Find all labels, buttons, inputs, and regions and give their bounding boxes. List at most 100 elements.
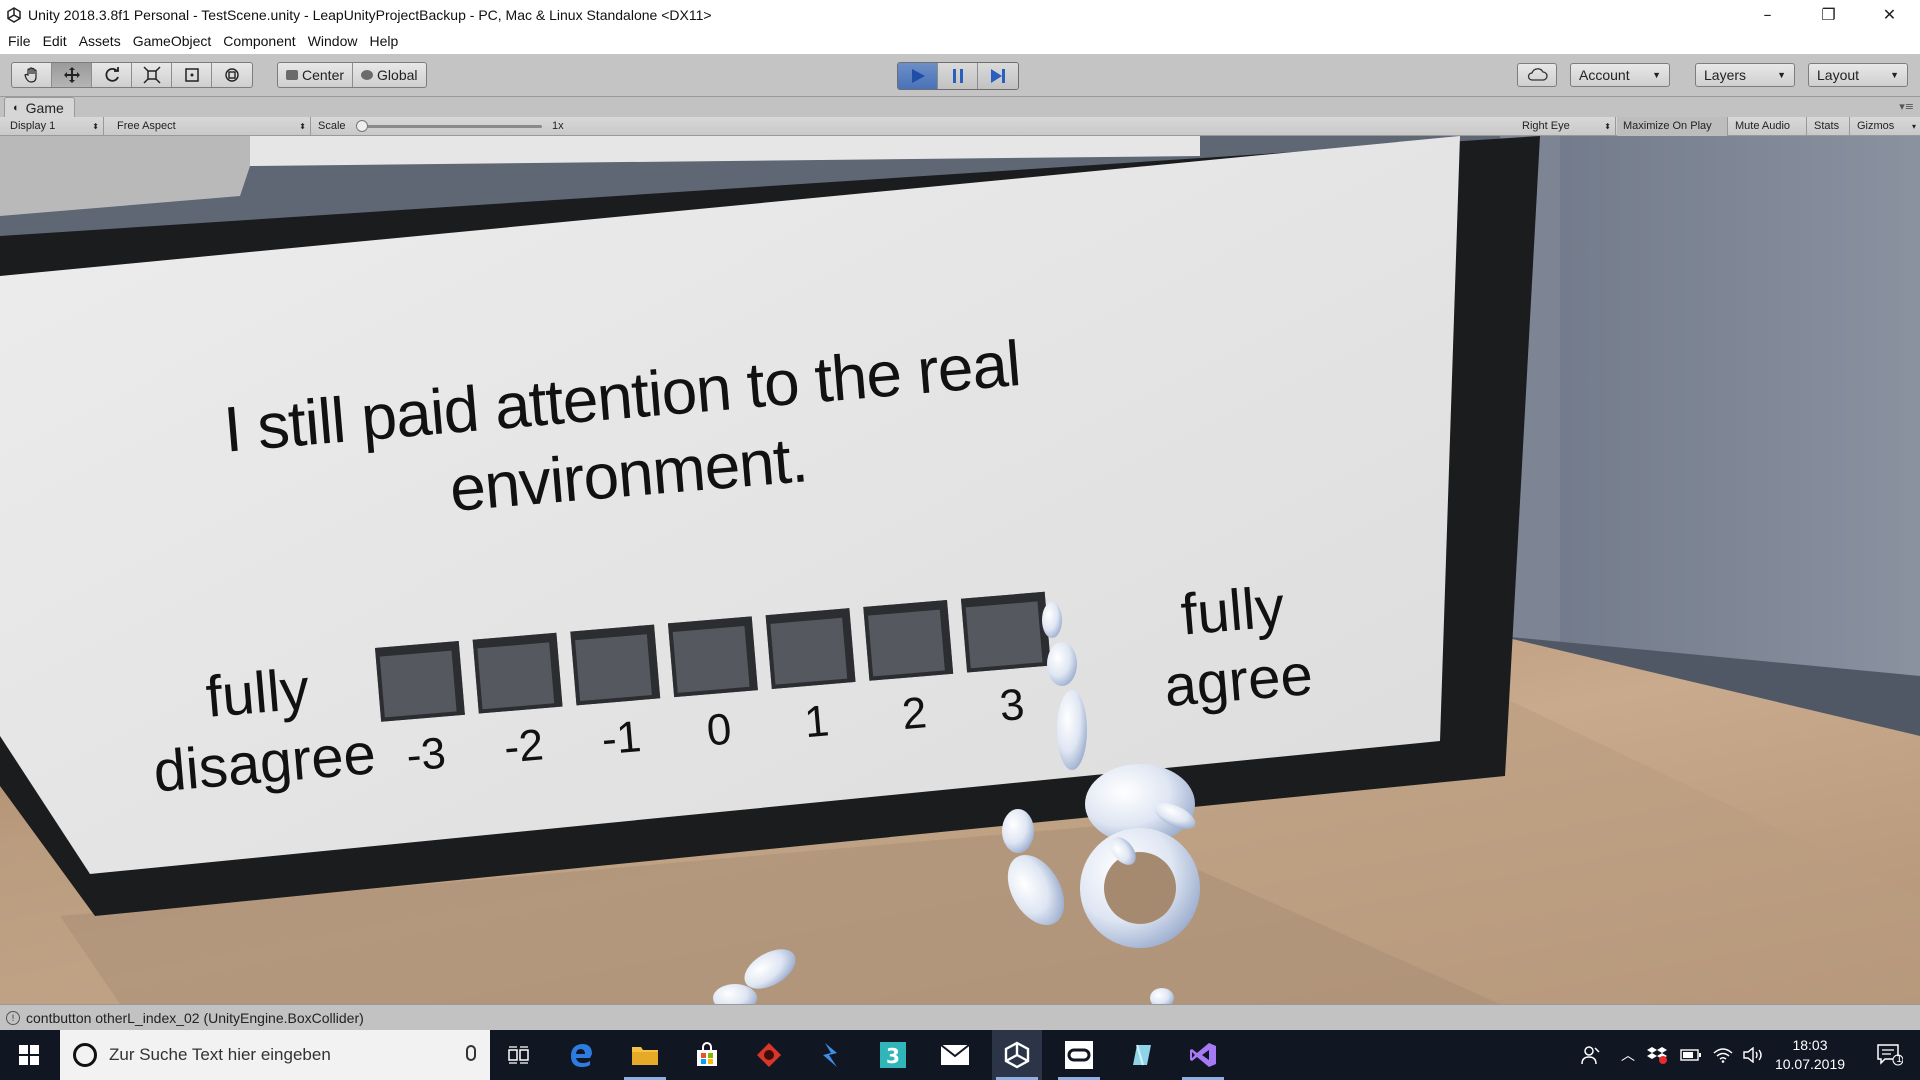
likert-button[interactable] <box>960 591 1051 673</box>
taskbar-app-store[interactable] <box>682 1030 732 1080</box>
taskbar-app-3[interactable]: 3 <box>868 1030 918 1080</box>
taskbar-app-edge[interactable] <box>556 1030 606 1080</box>
close-button[interactable]: ✕ <box>1859 0 1920 29</box>
game-viewport[interactable]: I still paid attention to the real envir… <box>0 136 1920 1004</box>
taskbar-app-file-explorer[interactable] <box>620 1030 670 1080</box>
play-icon <box>911 69 925 83</box>
display-label: Display 1 <box>10 120 56 132</box>
pause-button[interactable] <box>938 63 978 89</box>
gizmos-label: Gizmos <box>1857 120 1895 132</box>
aspect-dropdown[interactable]: Free Aspect ⬍ <box>111 117 311 136</box>
display-dropdown[interactable]: Display 1 ⬍ <box>4 117 104 136</box>
game-icon: ◐ <box>13 101 20 114</box>
menu-gameobject[interactable]: GameObject <box>127 29 218 54</box>
menu-edit[interactable]: Edit <box>37 29 73 54</box>
maximize-on-play-toggle[interactable]: Maximize On Play <box>1617 117 1728 136</box>
taskbar-app-glass[interactable] <box>1116 1030 1166 1080</box>
maximize-button[interactable]: ❐ <box>1798 0 1859 29</box>
rotate-tool-button[interactable] <box>92 63 132 87</box>
oculus-icon <box>1065 1041 1093 1069</box>
layout-dropdown[interactable]: Layout ▼ <box>1808 63 1908 87</box>
likert-label: 1 <box>802 696 831 748</box>
scale-value: 1x <box>552 120 564 132</box>
likert-label: 3 <box>997 679 1027 731</box>
layers-dropdown[interactable]: Layers ▼ <box>1695 63 1795 87</box>
game-tab-strip: ◐ Game ▾≡ <box>0 97 1920 117</box>
gizmos-dropdown[interactable]: Gizmos ▾ <box>1851 117 1920 136</box>
likert-label: 0 <box>704 704 734 756</box>
dropbox-icon <box>1647 1047 1667 1064</box>
unity-logo-icon <box>7 6 21 23</box>
account-dropdown[interactable]: Account ▼ <box>1570 63 1670 87</box>
collab-button[interactable] <box>1517 63 1557 87</box>
pivot-space-toggle[interactable]: Global <box>353 63 425 87</box>
likert-button[interactable] <box>765 608 856 689</box>
menu-assets[interactable]: Assets <box>73 29 127 54</box>
minimize-button[interactable]: – <box>1737 0 1798 29</box>
taskbar-clock[interactable]: 18:03 10.07.2019 <box>1770 1036 1850 1074</box>
likert-button[interactable] <box>863 599 954 681</box>
task-view-button[interactable] <box>494 1030 544 1080</box>
game-view-toolbar: Display 1 ⬍ Free Aspect ⬍ Scale 1x Right E… <box>0 117 1920 136</box>
right-anchor-label: fully agree <box>1140 569 1331 724</box>
taskbar-app-mail[interactable] <box>930 1030 980 1080</box>
people-icon <box>1581 1046 1600 1065</box>
taskbar-app-visual-studio[interactable] <box>1178 1030 1228 1080</box>
updown-icon: ⬍ <box>299 122 306 131</box>
taskbar-app-bolt[interactable] <box>806 1030 856 1080</box>
move-tool-button[interactable] <box>52 63 92 87</box>
tray-show-hidden[interactable]: ︿ <box>1616 1030 1640 1080</box>
likert-button[interactable] <box>375 640 465 722</box>
panel-menu-icon[interactable]: ▾≡ <box>1899 100 1914 113</box>
likert-label: -1 <box>599 712 643 765</box>
mute-audio-toggle[interactable]: Mute Audio <box>1729 117 1807 136</box>
taskbar-app-oculus[interactable] <box>1054 1030 1104 1080</box>
updown-icon: ⬍ <box>1604 122 1611 131</box>
tray-people[interactable] <box>1574 1030 1608 1080</box>
tray-wifi[interactable] <box>1710 1030 1736 1080</box>
tab-game[interactable]: ◐ Game <box>4 97 75 117</box>
transform-tool-button[interactable] <box>212 63 252 87</box>
menu-component[interactable]: Component <box>217 29 301 54</box>
mute-audio-label: Mute Audio <box>1735 120 1791 132</box>
visual-studio-icon <box>1190 1043 1216 1067</box>
menu-file[interactable]: File <box>2 29 37 54</box>
tray-dropbox[interactable] <box>1644 1030 1670 1080</box>
stats-toggle[interactable]: Stats <box>1808 117 1850 136</box>
caret-down-icon: ▾ <box>1911 122 1916 131</box>
pivot-tools: Center Global <box>277 62 427 88</box>
likert-button[interactable] <box>570 624 661 706</box>
task-view-icon <box>508 1046 529 1064</box>
scale-slider[interactable] <box>356 120 542 132</box>
likert-button[interactable] <box>667 616 758 698</box>
cloud-icon <box>1527 68 1548 81</box>
microphone-icon[interactable] <box>466 1045 476 1061</box>
start-button[interactable] <box>0 1030 58 1080</box>
store-icon <box>697 1042 717 1066</box>
taskbar-search[interactable]: Zur Suche Text hier eingeben <box>60 1030 490 1080</box>
updown-icon: ⬍ <box>92 122 99 131</box>
menu-window[interactable]: Window <box>302 29 364 54</box>
rect-icon <box>184 68 199 82</box>
action-center-button[interactable]: 1 <box>1866 1030 1914 1080</box>
scale-control: Scale 1x <box>312 117 572 136</box>
taskbar-app-unity[interactable] <box>992 1030 1042 1080</box>
eye-dropdown[interactable]: Right Eye ⬍ <box>1516 117 1616 136</box>
scale-tool-button[interactable] <box>132 63 172 87</box>
hand-tool-button[interactable] <box>12 63 52 87</box>
tray-volume[interactable] <box>1740 1030 1766 1080</box>
hand-icon <box>23 67 37 83</box>
scale-label: Scale <box>318 120 346 132</box>
pivot-center-toggle[interactable]: Center <box>278 63 354 87</box>
rect-tool-button[interactable] <box>172 63 212 87</box>
caret-down-icon: ▼ <box>1652 70 1661 80</box>
likert-button[interactable] <box>472 632 563 714</box>
taskbar-app-red[interactable] <box>744 1030 794 1080</box>
scale-slider-thumb[interactable] <box>356 120 368 132</box>
status-message[interactable]: contbutton otherL_index_02 (UnityEngine.… <box>26 1010 364 1026</box>
aspect-label: Free Aspect <box>117 120 176 132</box>
menu-help[interactable]: Help <box>363 29 404 54</box>
step-button[interactable] <box>978 63 1018 89</box>
tray-battery[interactable] <box>1678 1030 1704 1080</box>
play-button[interactable] <box>898 63 938 89</box>
